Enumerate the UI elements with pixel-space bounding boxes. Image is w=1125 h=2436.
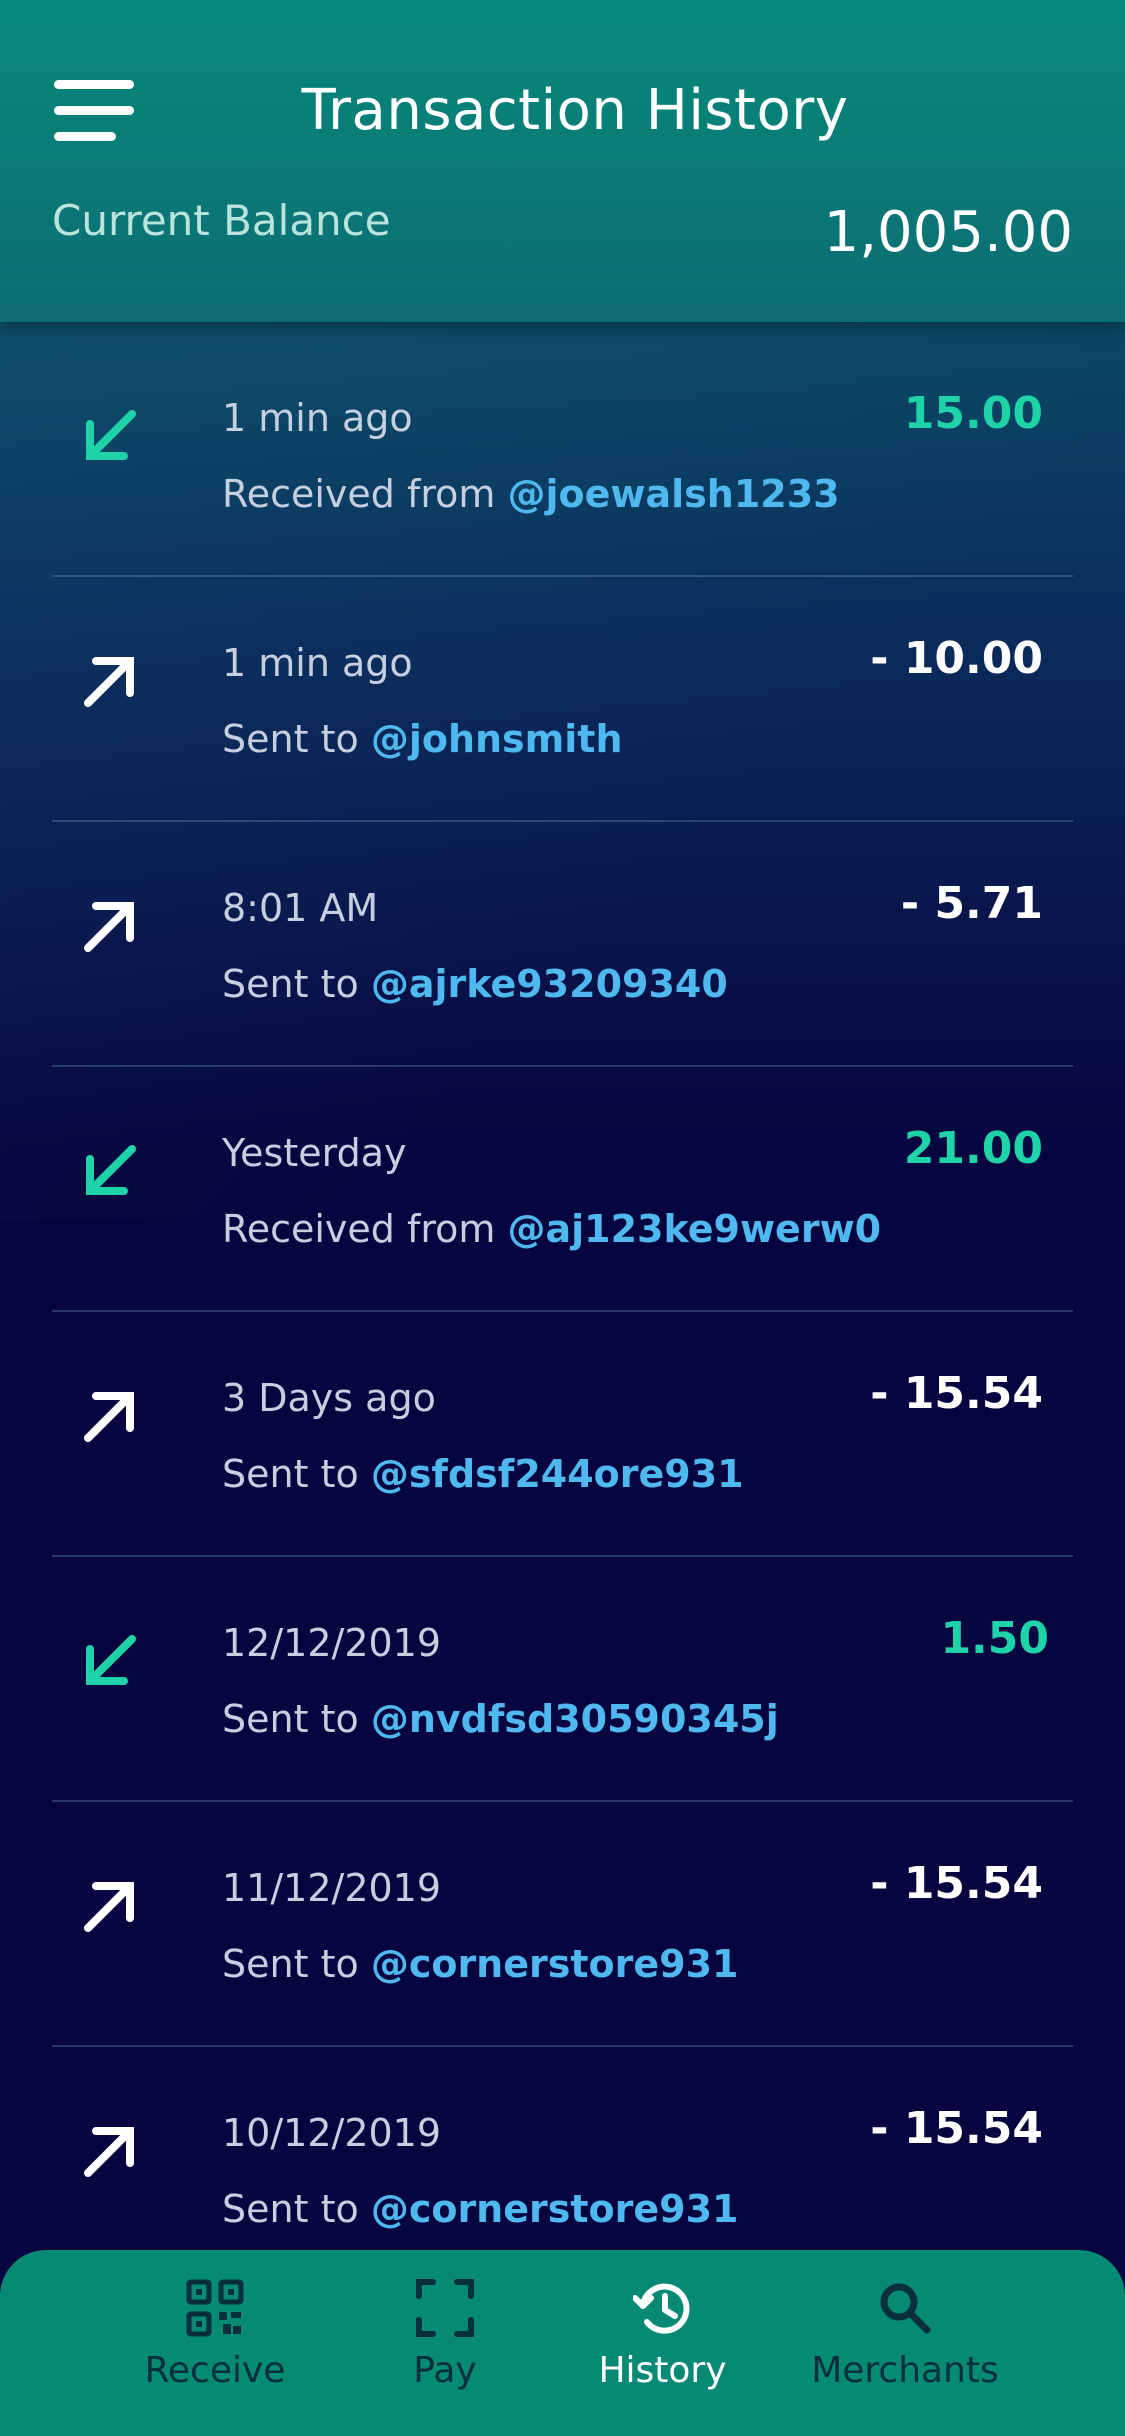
transaction-time: 1 min ago <box>222 641 413 685</box>
balance-value: 1,005.00 <box>823 200 1073 265</box>
tab-label: Pay <box>413 2350 477 2391</box>
tab-label: History <box>598 2350 727 2391</box>
transaction-description: Sent to @nvdfsd30590345j <box>222 1697 779 1741</box>
transaction-description: Sent to @sfdsf244ore931 <box>222 1452 744 1496</box>
transaction-prefix: Sent to <box>222 1942 359 1986</box>
transaction-row[interactable]: Yesterday Received from @aj123ke9werw0 2… <box>52 1067 1073 1312</box>
transaction-row[interactable]: 1 min ago Sent to @johnsmith - 10.00 <box>52 577 1073 822</box>
transaction-row[interactable]: 3 Days ago Sent to @sfdsf244ore931 - 15.… <box>52 1312 1073 1557</box>
arrow-up-right-icon <box>84 657 134 707</box>
transaction-list: 1 min ago Received from @joewalsh1233 15… <box>0 332 1125 2290</box>
arrow-down-left-icon <box>86 1145 136 1195</box>
transaction-amount: 15.00 <box>903 388 1043 439</box>
transaction-description: Sent to @johnsmith <box>222 717 623 761</box>
balance-label: Current Balance <box>52 196 391 245</box>
bottom-tab-bar: Receive Pay History Merchants <box>0 2250 1125 2436</box>
transaction-prefix: Sent to <box>222 962 359 1006</box>
transaction-time: 3 Days ago <box>222 1376 436 1420</box>
counterparty-handle[interactable]: @cornerstore931 <box>371 1942 739 1986</box>
transaction-amount: 21.00 <box>903 1123 1043 1174</box>
transaction-description: Sent to @cornerstore931 <box>222 1942 738 1986</box>
transaction-row[interactable]: 11/12/2019 Sent to @cornerstore931 - 15.… <box>52 1802 1073 2047</box>
search-icon <box>880 2283 931 2334</box>
counterparty-handle[interactable]: @johnsmith <box>371 717 623 761</box>
transaction-amount: - 10.00 <box>870 633 1043 684</box>
transaction-time: 11/12/2019 <box>222 1866 442 1910</box>
transaction-time: Yesterday <box>222 1131 407 1175</box>
transaction-prefix: Received from <box>222 1207 496 1251</box>
transaction-amount: 1.50 <box>940 1613 1049 1664</box>
arrow-up-right-icon <box>84 2127 134 2177</box>
transaction-description: Received from @joewalsh1233 <box>222 472 840 516</box>
tab-pay[interactable]: Pay <box>380 2278 510 2391</box>
tab-label: Merchants <box>811 2350 999 2391</box>
transaction-time: 8:01 AM <box>222 886 379 930</box>
tab-history[interactable]: History <box>590 2278 735 2391</box>
counterparty-handle[interactable]: @ajrke93209340 <box>371 962 728 1006</box>
transaction-amount: - 5.71 <box>900 878 1043 929</box>
transaction-amount: - 15.54 <box>870 1368 1043 1419</box>
transaction-row[interactable]: 8:01 AM Sent to @ajrke93209340 - 5.71 <box>52 822 1073 1067</box>
arrow-down-left-icon <box>86 1635 136 1685</box>
counterparty-handle[interactable]: @nvdfsd30590345j <box>371 1697 779 1741</box>
tab-label: Receive <box>144 2350 286 2391</box>
counterparty-handle[interactable]: @aj123ke9werw0 <box>508 1207 882 1251</box>
counterparty-handle[interactable]: @cornerstore931 <box>371 2187 739 2231</box>
transaction-description: Sent to @cornerstore931 <box>222 2187 738 2231</box>
scan-frame-icon <box>416 2279 474 2337</box>
transaction-description: Received from @aj123ke9werw0 <box>222 1207 881 1251</box>
transaction-description: Sent to @ajrke93209340 <box>222 962 728 1006</box>
transaction-prefix: Sent to <box>222 717 359 761</box>
page-title: Transaction History <box>301 78 849 143</box>
counterparty-handle[interactable]: @joewalsh1233 <box>508 472 840 516</box>
transaction-prefix: Sent to <box>222 1452 359 1496</box>
transaction-time: 12/12/2019 <box>222 1621 442 1665</box>
transaction-prefix: Sent to <box>222 1697 359 1741</box>
counterparty-handle[interactable]: @sfdsf244ore931 <box>371 1452 744 1496</box>
transaction-prefix: Received from <box>222 472 496 516</box>
transaction-time: 1 min ago <box>222 396 413 440</box>
transaction-row[interactable]: 1 min ago Received from @joewalsh1233 15… <box>52 332 1073 577</box>
app-header: Transaction History Current Balance 1,00… <box>0 0 1125 322</box>
transaction-amount: - 15.54 <box>870 1858 1043 1909</box>
arrow-up-right-icon <box>84 1392 134 1442</box>
menu-icon[interactable] <box>48 72 138 152</box>
transaction-prefix: Sent to <box>222 2187 359 2231</box>
transaction-time: 10/12/2019 <box>222 2111 442 2155</box>
history-clock-icon <box>632 2283 689 2334</box>
app-screen: Transaction History Current Balance 1,00… <box>0 0 1125 2436</box>
tab-receive[interactable]: Receive <box>135 2278 295 2391</box>
transaction-amount: - 15.54 <box>870 2103 1043 2154</box>
tab-merchants[interactable]: Merchants <box>810 2278 1000 2391</box>
arrow-up-right-icon <box>84 902 134 952</box>
arrow-up-right-icon <box>84 1882 134 1932</box>
transaction-row[interactable]: 12/12/2019 Sent to @nvdfsd30590345j 1.50 <box>52 1557 1073 1802</box>
qr-code-icon <box>186 2279 244 2337</box>
arrow-down-left-icon <box>86 410 136 460</box>
